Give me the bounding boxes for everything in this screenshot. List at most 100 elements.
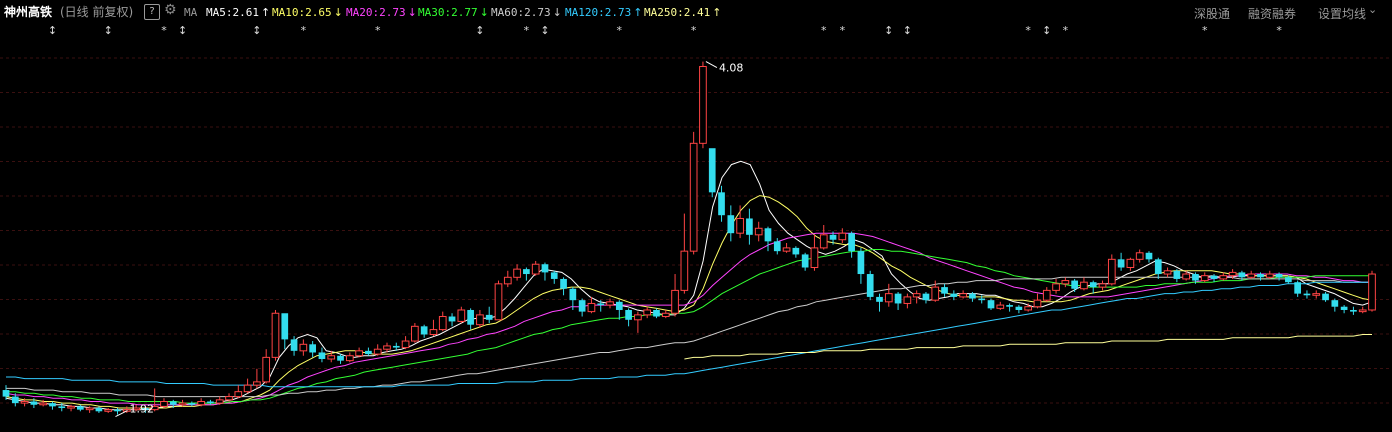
- candle: [467, 308, 474, 330]
- event-marker: *: [375, 24, 381, 37]
- event-marker: *: [524, 24, 530, 37]
- event-marker: ↕: [48, 24, 57, 37]
- ma-legend-item-5: MA120:2.73 ↑: [565, 6, 642, 19]
- candle-body: [680, 250, 689, 291]
- period-label[interactable]: (日线 前复权): [60, 5, 133, 19]
- candle-body: [494, 283, 503, 321]
- candle: [1340, 305, 1348, 314]
- candle-body: [615, 301, 623, 310]
- candle-body: [987, 300, 995, 309]
- candle: [1033, 293, 1042, 309]
- ma-legend-item-0: MA5:2.61 ↑: [206, 6, 270, 19]
- candle-body: [178, 402, 187, 406]
- candle-body: [857, 251, 865, 275]
- candle: [1135, 249, 1144, 263]
- candle-body: [1312, 293, 1321, 296]
- candle: [420, 324, 428, 338]
- candle: [243, 378, 252, 394]
- arrow-up-icon: ↑: [260, 6, 271, 19]
- candle: [903, 293, 912, 309]
- candle: [625, 308, 632, 327]
- candle-body: [950, 293, 958, 297]
- ma-legend-item-3: MA30:2.77 ↓: [418, 6, 489, 19]
- margin-trading-button[interactable]: 融资融券: [1248, 5, 1296, 22]
- candle: [801, 252, 809, 271]
- candle: [912, 290, 921, 304]
- candle-body: [597, 303, 605, 306]
- candle-body: [1340, 306, 1348, 310]
- candle-body: [1200, 275, 1209, 282]
- candle: [1247, 270, 1256, 279]
- candle: [262, 349, 271, 384]
- candle-body: [727, 215, 735, 234]
- moving-average-layer: [5, 160, 1373, 411]
- candle: [513, 264, 521, 281]
- candle-body: [1145, 252, 1153, 260]
- candle-body: [420, 326, 428, 335]
- shengutong-button[interactable]: 深股通: [1194, 5, 1230, 22]
- ma-legend-value: MA30:2.77: [418, 6, 478, 19]
- candle: [764, 226, 772, 252]
- event-marker-layer: ↕↕*↕↕**↕*↕****↕↕*↕***↕↕*: [48, 24, 1282, 37]
- event-marker: *: [161, 24, 167, 37]
- ma-legend-value: MA250:2.41: [644, 6, 711, 19]
- candle-body: [746, 218, 753, 235]
- chevron-down-icon[interactable]: ⌄: [1368, 3, 1377, 16]
- help-button[interactable]: ?: [144, 4, 160, 20]
- candle: [1052, 278, 1060, 294]
- candle: [1145, 251, 1153, 263]
- gear-icon[interactable]: ⚙: [164, 3, 177, 17]
- candle: [708, 148, 716, 198]
- candle-body: [49, 403, 56, 407]
- candle-body: [1052, 283, 1060, 291]
- candle: [950, 290, 958, 301]
- candle-body: [671, 289, 679, 314]
- candle-body: [1080, 281, 1088, 290]
- event-marker: *: [1063, 24, 1069, 37]
- candle: [1358, 306, 1367, 314]
- ma-settings-button[interactable]: 设置均线: [1318, 5, 1366, 22]
- candle-body: [931, 286, 940, 301]
- candle-body: [485, 314, 493, 320]
- candle-body: [1033, 299, 1042, 308]
- candle-body: [1006, 305, 1013, 307]
- candle-body: [736, 217, 744, 234]
- event-marker: ↕: [884, 24, 893, 37]
- candle: [215, 396, 224, 405]
- candle: [457, 306, 466, 324]
- candle-body: [560, 278, 567, 289]
- candle: [941, 283, 948, 297]
- candle: [1042, 287, 1051, 302]
- candle-body: [262, 356, 271, 383]
- candle: [1294, 280, 1302, 297]
- candle-body: [327, 355, 336, 360]
- candle: [1154, 257, 1162, 279]
- candle-body: [699, 66, 707, 144]
- candle-body: [1210, 275, 1218, 279]
- candle-body: [1173, 270, 1181, 279]
- candle: [1200, 272, 1209, 283]
- candle: [736, 205, 744, 239]
- candle: [253, 368, 261, 389]
- candle: [1061, 277, 1070, 288]
- candle: [523, 267, 530, 281]
- candlestick-chart[interactable]: ↕↕*↕↕**↕*↕****↕↕*↕***↕↕* 4.081.92: [0, 22, 1392, 432]
- candle-body: [1117, 259, 1125, 268]
- candle: [160, 398, 168, 409]
- candle-body: [884, 293, 893, 303]
- candle-body: [773, 241, 781, 252]
- arrow-down-icon: ↓: [552, 6, 562, 19]
- candle: [884, 283, 893, 307]
- candle-body: [708, 148, 716, 193]
- event-marker: *: [301, 24, 307, 37]
- candle: [876, 293, 883, 312]
- stock-name[interactable]: 神州高铁: [4, 5, 52, 19]
- event-marker: ↕: [1042, 24, 1051, 37]
- candle: [819, 225, 828, 250]
- ma-legend-item-4: MA60:2.73 ↓: [491, 6, 562, 19]
- candle-body: [782, 247, 791, 252]
- candle: [95, 406, 103, 413]
- candle-body: [764, 228, 772, 242]
- candle-body: [1089, 282, 1097, 288]
- candle-body: [503, 276, 512, 285]
